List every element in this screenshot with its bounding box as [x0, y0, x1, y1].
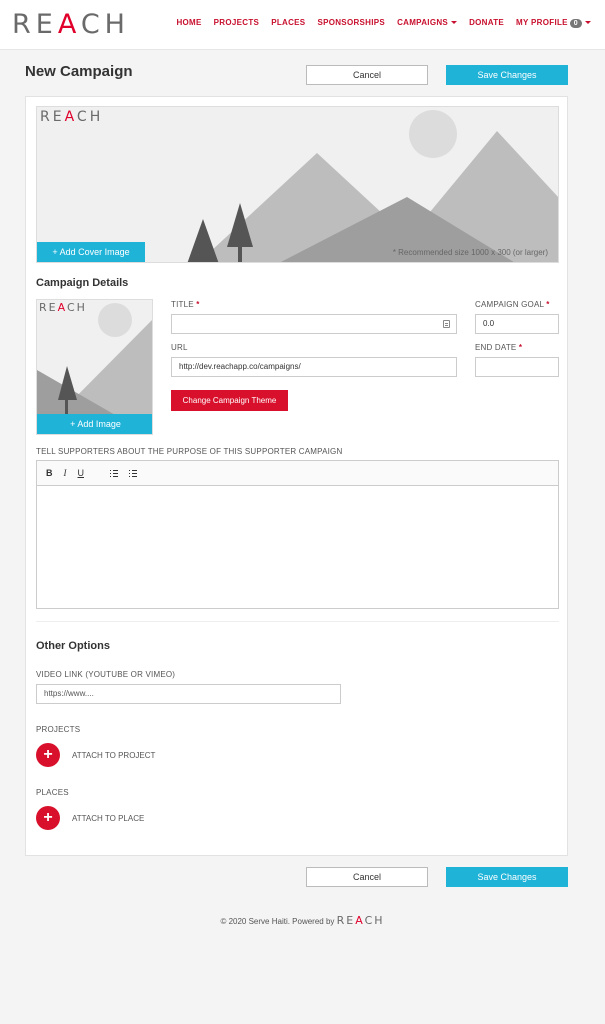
cover-image[interactable]: REACH + Add Cover Image * Recommended si…: [36, 106, 559, 263]
cover-size-note: * Recommended size 1000 x 300 (or larger…: [392, 248, 548, 257]
places-label: PLACES: [36, 788, 69, 797]
cover-reach-logo: REACH: [40, 109, 104, 125]
bold-button[interactable]: B: [46, 468, 53, 478]
other-options-heading: Other Options: [36, 640, 110, 652]
contact-card-icon: [443, 320, 450, 328]
attach-place-plus-icon[interactable]: +: [36, 806, 60, 830]
cancel-button[interactable]: Cancel: [306, 65, 428, 85]
footer-text: © 2020 Serve Haiti. Powered by: [220, 917, 335, 926]
chevron-down-icon: [451, 21, 458, 25]
nav-home[interactable]: HOME: [176, 18, 201, 28]
attach-project-plus-icon[interactable]: +: [36, 743, 60, 767]
title-input[interactable]: [171, 314, 457, 334]
save-changes-button-bottom[interactable]: Save Changes: [446, 867, 568, 887]
thumbnail-reach-logo: REACH: [39, 301, 87, 314]
underline-button[interactable]: U: [78, 468, 85, 478]
bullet-list-icon[interactable]: [129, 469, 137, 477]
main-nav: HOME PROJECTS PLACES SPONSORSHIPS CAMPAI…: [176, 18, 591, 28]
video-link-label: VIDEO LINK (YOUTUBE OR VIMEO): [36, 670, 176, 679]
campaign-thumbnail[interactable]: REACH + Add Image: [36, 299, 153, 435]
description-label: TELL SUPPORTERS ABOUT THE PURPOSE OF THI…: [36, 447, 343, 456]
campaign-goal-label: CAMPAIGN GOAL *: [475, 300, 550, 309]
reach-logo[interactable]: REACH: [12, 10, 130, 40]
nav-my-profile[interactable]: MY PROFILE 0: [516, 18, 591, 28]
editor-text-area[interactable]: [37, 486, 558, 608]
campaign-details-heading: Campaign Details: [36, 277, 129, 289]
save-changes-button[interactable]: Save Changes: [446, 65, 568, 85]
campaign-form-card: REACH + Add Cover Image * Recommended si…: [25, 96, 568, 856]
attach-to-project-link[interactable]: ATTACH TO PROJECT: [72, 751, 155, 760]
nav-campaigns-label: CAMPAIGNS: [397, 18, 449, 27]
nav-places[interactable]: PLACES: [271, 18, 305, 28]
page-title: New Campaign: [25, 63, 133, 80]
end-date-input[interactable]: [475, 357, 559, 377]
attach-to-place-link[interactable]: ATTACH TO PLACE: [72, 814, 144, 823]
top-navbar: REACH HOME PROJECTS PLACES SPONSORSHIPS …: [0, 0, 605, 50]
nav-projects[interactable]: PROJECTS: [214, 18, 260, 28]
cancel-button-bottom[interactable]: Cancel: [306, 867, 428, 887]
add-image-button[interactable]: + Add Image: [37, 414, 152, 434]
nav-campaigns[interactable]: CAMPAIGNS: [397, 18, 458, 28]
footer-reach-logo[interactable]: REACH: [337, 914, 385, 927]
landscape-placeholder-icon: [187, 110, 558, 262]
title-label: TITLE *: [171, 300, 200, 309]
end-date-label: END DATE *: [475, 343, 523, 352]
video-link-input[interactable]: https://www....: [36, 684, 341, 704]
projects-label: PROJECTS: [36, 725, 81, 734]
section-divider: [36, 621, 559, 622]
ordered-list-icon[interactable]: [110, 469, 118, 477]
description-editor: B I U: [36, 460, 559, 609]
url-label: URL: [171, 343, 188, 352]
campaign-goal-input[interactable]: 0.0: [475, 314, 559, 334]
page-footer: © 2020 Serve Haiti. Powered by REACH: [0, 914, 605, 927]
nav-donate[interactable]: DONATE: [469, 18, 504, 28]
editor-toolbar: B I U: [37, 461, 558, 486]
italic-button[interactable]: I: [64, 468, 67, 478]
chevron-down-icon: [585, 21, 591, 25]
url-input[interactable]: http://dev.reachapp.co/campaigns/: [171, 357, 457, 377]
add-cover-image-button[interactable]: + Add Cover Image: [37, 242, 145, 262]
nav-sponsorships[interactable]: SPONSORSHIPS: [317, 18, 385, 28]
change-campaign-theme-button[interactable]: Change Campaign Theme: [171, 390, 288, 411]
profile-badge: 0: [569, 19, 582, 28]
nav-my-profile-label: MY PROFILE: [516, 18, 568, 27]
